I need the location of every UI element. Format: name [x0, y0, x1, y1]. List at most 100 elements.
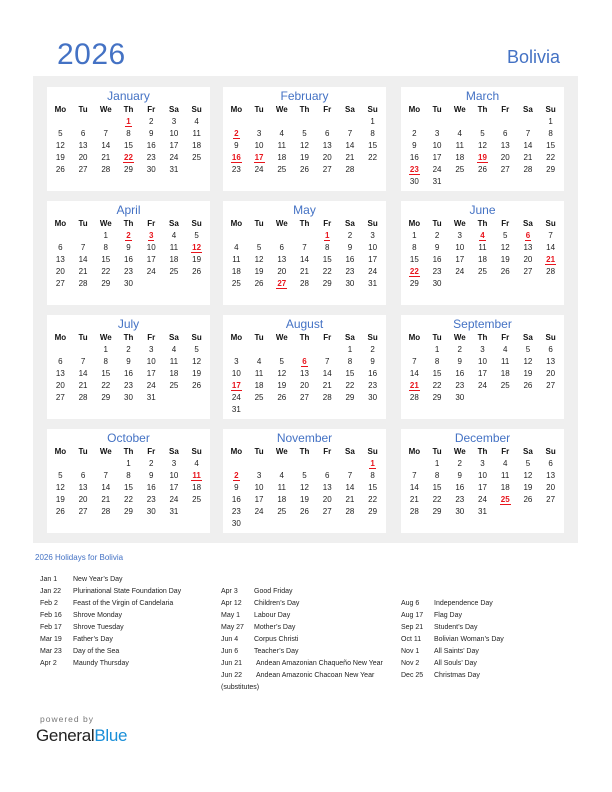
day-number: 21: [523, 153, 533, 162]
day-number: 20: [277, 267, 287, 276]
day-cell: 7: [517, 128, 540, 140]
day-cell: 20: [72, 152, 95, 164]
holiday-date: Feb 17: [40, 624, 62, 631]
holiday-date: Aug 6: [401, 600, 420, 607]
weekday-header: Mo: [408, 219, 421, 228]
day-cell: 25: [494, 380, 517, 392]
empty-day-cell: [471, 116, 494, 128]
day-number: 3: [480, 459, 485, 468]
day-cell: 4: [270, 470, 293, 482]
empty-day-cell: [403, 344, 426, 356]
day-number: 5: [302, 471, 307, 480]
day-number: 30: [368, 393, 378, 402]
day-number: 30: [124, 393, 133, 402]
month-grid: Mo Tu We Th Fr Sa Su 1 2 3 4 5 6 7 8 9 10 11 12 13 14 15 16 17 1…: [47, 445, 210, 518]
weekday-header: Su: [367, 447, 378, 456]
generalblue-logo[interactable]: GeneralBlue: [36, 726, 128, 746]
day-number: 5: [194, 345, 199, 354]
weekday-header: Sa: [169, 333, 179, 342]
day-number: 1: [434, 459, 440, 468]
day-number: 25: [169, 267, 179, 276]
day-cell: 5: [248, 242, 271, 254]
day-cell: 19: [293, 494, 316, 506]
day-cell: 27: [316, 164, 339, 176]
day-cell: 1: [426, 344, 449, 356]
empty-day-cell: [94, 116, 117, 128]
day-cell: 28: [72, 392, 95, 404]
holiday-name: All Souls’ Day: [434, 660, 477, 667]
empty-day-cell: [248, 230, 271, 242]
day-number: 20: [546, 483, 556, 492]
day-number: 20: [55, 267, 65, 276]
weekday-header: Su: [545, 219, 556, 228]
day-number: 17: [146, 255, 156, 264]
year-title: 2026: [57, 38, 126, 71]
day-cell: 12: [49, 482, 72, 494]
day-cell: 24: [448, 266, 471, 278]
day-number: 20: [500, 153, 510, 162]
day-cell: 19: [185, 368, 208, 380]
weekday-header: Th: [477, 219, 488, 228]
day-cell: 10: [471, 356, 494, 368]
day-number: 10: [146, 243, 156, 252]
day-number: 16: [124, 369, 133, 378]
day-number: 19: [192, 255, 202, 264]
empty-day-cell: [225, 116, 248, 128]
day-number: 19: [300, 495, 309, 504]
day-cell: 26: [517, 494, 540, 506]
day-cell: 7: [539, 230, 562, 242]
day-number: 29: [322, 279, 332, 288]
day-cell: 5: [293, 128, 316, 140]
day-number: 20: [322, 495, 332, 504]
day-cell: 11: [248, 368, 271, 380]
day-cell: 24: [361, 266, 384, 278]
day-number: 31: [146, 393, 156, 402]
day-number: 24: [169, 153, 179, 162]
day-cell: 17: [163, 140, 186, 152]
day-number: 6: [80, 471, 86, 480]
empty-day-cell: [293, 344, 316, 356]
empty-day-cell: [94, 458, 117, 470]
day-number: 22: [345, 381, 355, 390]
day-number: 27: [546, 495, 556, 504]
day-number: 8: [103, 357, 108, 366]
day-number: 18: [277, 153, 287, 162]
day-cell: 1: [94, 230, 117, 242]
day-number: 31: [231, 405, 241, 414]
day-cell: 15: [539, 140, 562, 152]
weekday-header: Mo: [230, 219, 243, 228]
day-number: 23: [146, 153, 156, 162]
day-cell: 12: [517, 470, 540, 482]
day-cell: 14: [94, 482, 117, 494]
day-cell: 29: [117, 164, 140, 176]
day-number: 31: [169, 165, 179, 174]
weekday-header: Mo: [54, 447, 67, 456]
day-number: 2: [434, 231, 440, 240]
day-number: 18: [277, 495, 287, 504]
day-cell: 27: [539, 494, 562, 506]
day-cell: 25: [225, 278, 248, 290]
day-number: 13: [546, 471, 556, 480]
day-cell: 7: [72, 356, 95, 368]
day-cell: 26: [49, 164, 72, 176]
day-number: 1: [323, 231, 331, 241]
empty-day-cell: [225, 458, 248, 470]
holiday-day-cell: 6: [293, 356, 316, 368]
day-cell: 25: [163, 380, 186, 392]
day-cell: 9: [426, 242, 449, 254]
day-number: 12: [191, 243, 203, 253]
day-number: 26: [277, 393, 287, 402]
day-number: 3: [256, 471, 262, 480]
day-cell: 22: [539, 152, 562, 164]
day-number: 27: [300, 393, 309, 402]
day-cell: 9: [117, 242, 140, 254]
day-number: 17: [478, 369, 487, 378]
day-number: 21: [345, 153, 355, 162]
empty-day-cell: [49, 458, 72, 470]
day-cell: 30: [361, 392, 384, 404]
day-cell: 10: [361, 242, 384, 254]
weekday-header: Su: [545, 447, 556, 456]
weekday-header: We: [275, 219, 288, 228]
day-number: 8: [370, 129, 375, 138]
day-number: 19: [55, 495, 65, 504]
